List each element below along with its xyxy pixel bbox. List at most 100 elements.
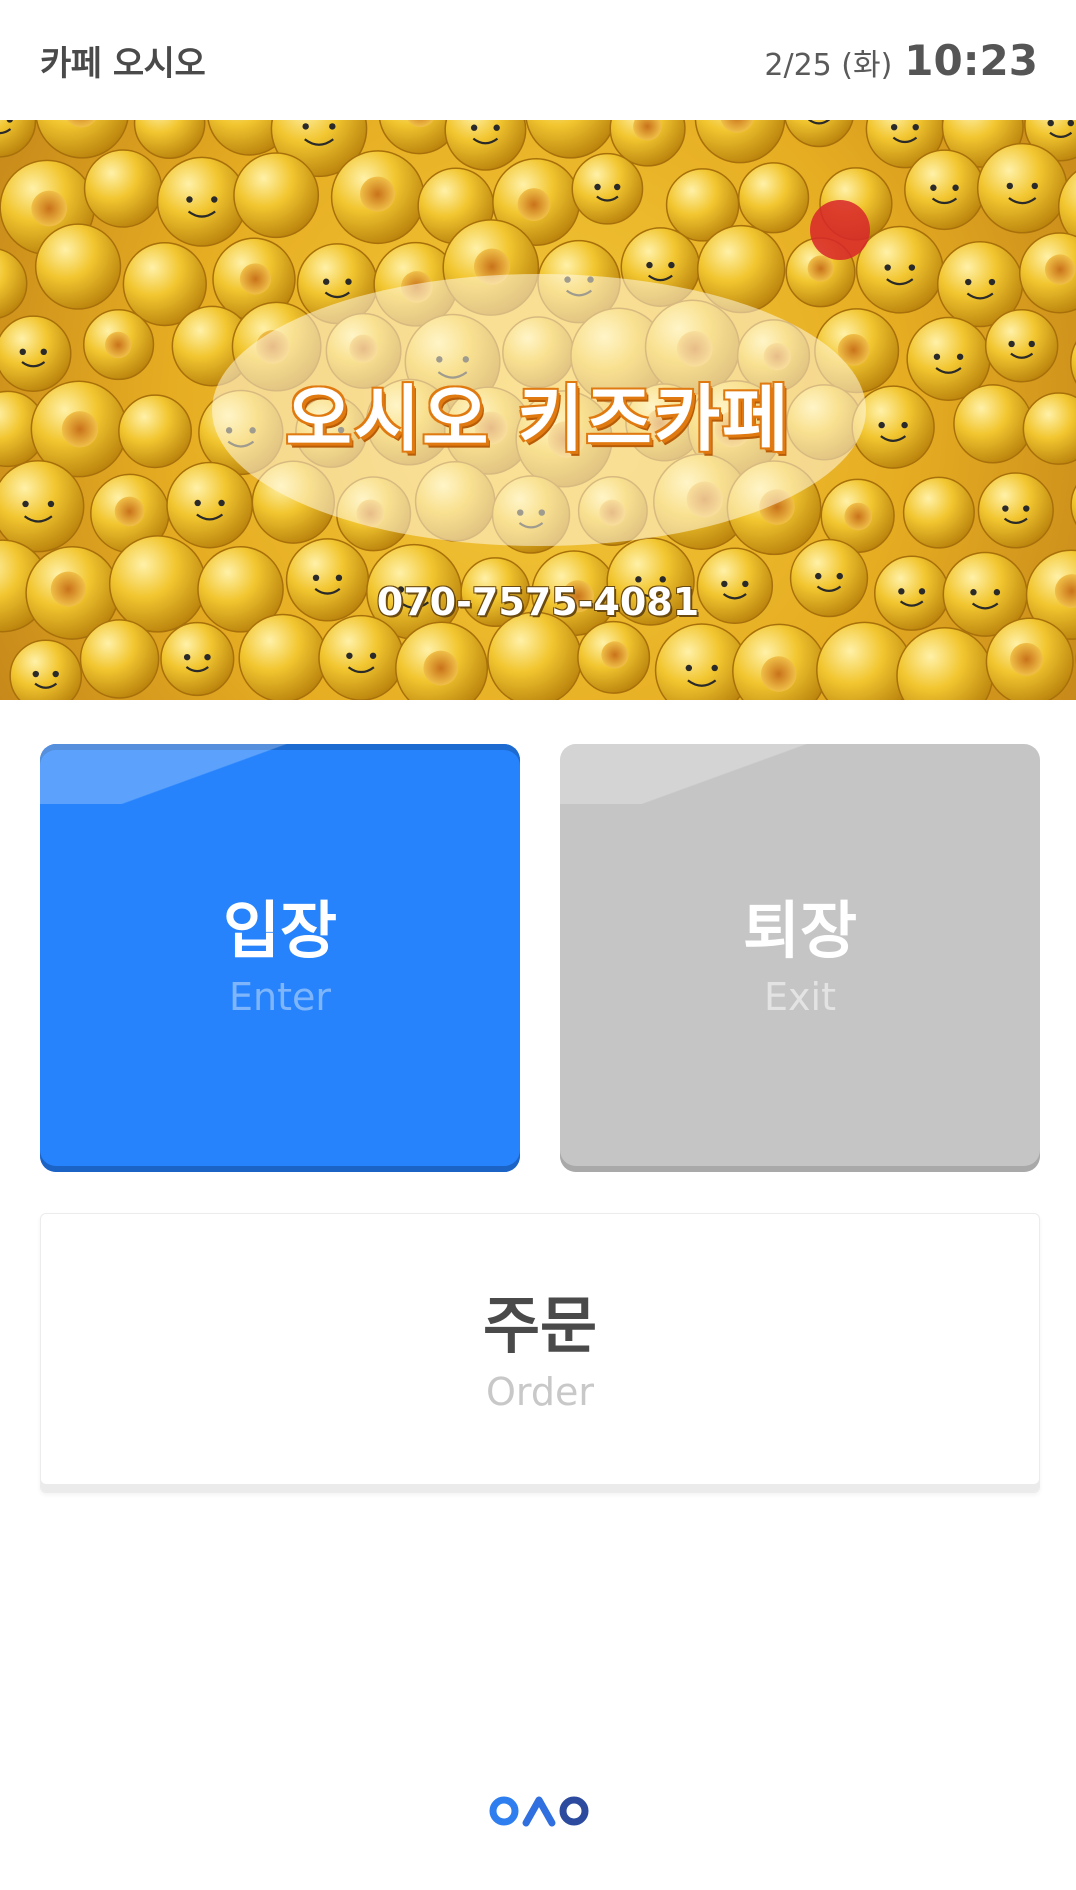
toy-head-icon	[855, 225, 944, 314]
toy-eye-icon	[32, 670, 39, 678]
toy-eye-icon	[930, 184, 937, 191]
toy-eye-icon	[815, 572, 822, 580]
toy-eye-icon	[646, 261, 653, 269]
toy-head-icon	[1070, 484, 1076, 525]
header: 카페 오시오 2/25 (화) 10:23	[0, 0, 1076, 120]
brand-name: 카페 오시오	[40, 43, 206, 84]
toy-head-icon	[0, 248, 28, 319]
date-text: 2/25 (화)	[764, 47, 893, 83]
toy-eye-icon	[1047, 120, 1054, 127]
toy-head-icon	[816, 621, 913, 700]
toy-eye-icon	[1023, 505, 1030, 512]
toy-eye-icon	[183, 653, 191, 661]
toy-head-icon	[902, 476, 975, 549]
toy-head-stud-icon	[360, 176, 396, 212]
toy-eye-icon	[965, 278, 972, 286]
toy-head-stud-icon	[517, 188, 551, 222]
toy-head-stud-icon	[807, 255, 834, 282]
toy-eye-icon	[22, 500, 29, 508]
banner-title: 오시오 키즈카페	[285, 377, 791, 461]
toy-head-icon	[487, 611, 583, 700]
toy-head-icon	[571, 152, 644, 225]
toy-eye-icon	[884, 264, 891, 271]
toy-eye-icon	[302, 123, 309, 130]
toy-eye-icon	[685, 664, 693, 672]
toy-head-stud-icon	[1044, 254, 1076, 285]
toy-head-icon	[160, 621, 235, 697]
banner-image: 오시오 키즈카페 070-7575-4081	[0, 120, 1076, 700]
enter-button[interactable]: 입장 Enter	[40, 744, 520, 1172]
datetime: 2/25 (화) 10:23	[764, 36, 1038, 85]
toy-head-icon	[737, 162, 810, 234]
toy-eye-icon	[908, 264, 916, 271]
toy-head-stud-icon	[423, 650, 459, 686]
toy-head-icon	[444, 120, 527, 171]
logo-chevron	[522, 1796, 556, 1827]
toy-head-icon	[166, 461, 253, 549]
toy-eye-icon	[40, 348, 47, 356]
toy-eye-icon	[186, 196, 193, 203]
toy-head-icon	[976, 142, 1068, 234]
toy-eye-icon	[952, 184, 959, 191]
logo-circle-left	[489, 1796, 519, 1826]
toy-head-icon	[896, 627, 994, 700]
toy-eye-icon	[19, 348, 26, 356]
toy-eye-icon	[1067, 120, 1074, 127]
toy-eye-icon	[346, 652, 353, 659]
toy-eye-icon	[836, 572, 843, 580]
toy-eye-icon	[1008, 340, 1015, 348]
toy-head-stud-icon	[844, 502, 873, 531]
enter-sublabel: Enter	[229, 974, 331, 1019]
toy-head-stud-icon	[239, 263, 271, 295]
toy-head-stud-icon	[31, 190, 67, 227]
order-label: 주문	[482, 1289, 598, 1363]
toy-head-stud-icon	[1010, 642, 1043, 676]
button-gloss	[560, 744, 1040, 804]
kiosk-home: 카페 오시오 2/25 (화) 10:23 오시오 키즈카페 070-7575-…	[0, 0, 1076, 1890]
order-button[interactable]: 주문 Order	[40, 1213, 1040, 1493]
toy-head-icon	[0, 120, 37, 158]
clock-time: 10:23	[904, 35, 1038, 85]
toy-eye-icon	[470, 124, 478, 131]
toy-head-icon	[233, 152, 320, 239]
toy-eye-icon	[194, 499, 201, 507]
toy-eye-icon	[1006, 182, 1014, 190]
toy-head-icon	[238, 613, 328, 700]
toy-eye-icon	[912, 123, 919, 131]
toy-eye-icon	[345, 278, 352, 285]
toy-eye-icon	[369, 652, 377, 659]
toy-head-icon	[904, 149, 985, 231]
toy-eye-icon	[47, 500, 55, 508]
toy-eye-icon	[211, 196, 218, 203]
exit-button[interactable]: 퇴장 Exit	[560, 744, 1040, 1172]
toy-head-icon	[9, 639, 83, 700]
toy-eye-icon	[988, 278, 996, 286]
toy-head-stud-icon	[601, 641, 629, 669]
enter-label: 입장	[222, 894, 338, 968]
banner-phone: 070-7575-4081	[376, 580, 700, 624]
toy-head-icon	[0, 460, 85, 553]
toy-eye-icon	[329, 123, 336, 130]
toy-head-red-icon	[810, 200, 870, 260]
toy-eye-icon	[594, 183, 601, 191]
toy-eye-icon	[1028, 340, 1035, 348]
toy-eye-icon	[52, 670, 59, 678]
toy-head-icon	[977, 472, 1054, 549]
toy-eye-icon	[204, 653, 211, 661]
toy-head-icon	[83, 149, 163, 228]
order-sublabel: Order	[486, 1369, 594, 1414]
button-gloss	[40, 744, 520, 804]
toy-head-stud-icon	[114, 496, 145, 527]
exit-label: 퇴장	[742, 894, 858, 968]
toy-head-icon	[318, 614, 405, 700]
oao-logo-icon	[489, 1796, 589, 1827]
toy-eye-icon	[1031, 182, 1038, 190]
toy-head-icon	[156, 156, 247, 247]
toy-head-icon	[525, 120, 616, 159]
logo-circle-right	[559, 1796, 589, 1826]
exit-sublabel: Exit	[764, 974, 836, 1019]
toy-head-icon	[133, 120, 206, 159]
toy-head-stud-icon	[105, 331, 132, 359]
toy-head-stud-icon	[760, 656, 797, 692]
toy-eye-icon	[493, 124, 500, 131]
